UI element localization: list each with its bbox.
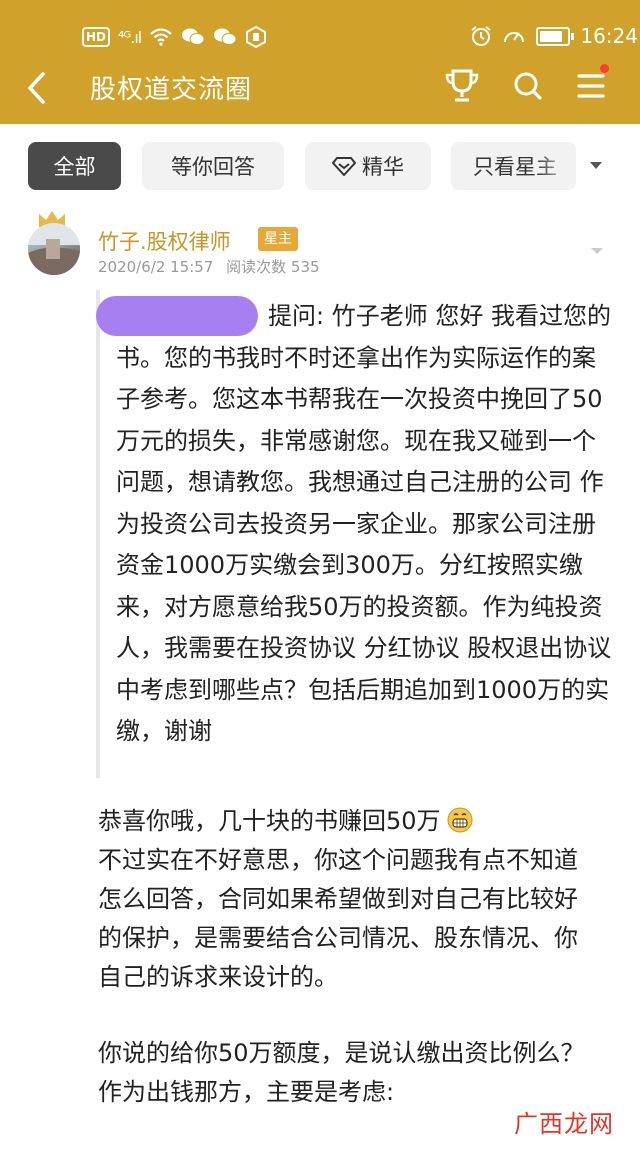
notification-dot	[600, 64, 609, 73]
avatar[interactable]	[28, 223, 80, 275]
app-notification-icon	[246, 26, 267, 48]
question-text: 提问: 竹子老师 您好 我看过您的书。您的书我时不时还拿出作为实际运作的案子参考…	[116, 302, 612, 745]
status-bar: HD ⁴ᴳ.ıl 16:24	[0, 22, 640, 56]
cell-signal-icon: ⁴ᴳ.ıl	[118, 27, 142, 47]
answer-line: 恭喜你哦，几十块的书赚回50万	[98, 802, 598, 841]
app-bar: HD ⁴ᴳ.ıl 16:24 股权道交流圈	[0, 0, 640, 124]
battery-icon	[536, 26, 575, 46]
trophy-icon[interactable]	[443, 66, 481, 106]
tab-fade	[536, 142, 576, 190]
post-date: 2020/6/2 15:57	[98, 258, 214, 276]
post-meta: 2020/6/2 15:57 阅读次数 535	[98, 256, 328, 277]
answer-body: 恭喜你哦，几十块的书赚回50万 不过实在不好意思，你这个问题我有点不知道怎么回答…	[98, 802, 598, 1112]
tab-featured-label: 精华	[362, 155, 404, 179]
read-count: 阅读次数 535	[226, 258, 320, 276]
answer-paragraph-1: 不过实在不好意思，你这个问题我有点不知道怎么回答，合同如果希望做到对自己有比较好…	[98, 846, 578, 991]
tab-owner-only[interactable]: 只看星主	[451, 142, 576, 190]
watermark: 广西龙网	[514, 1110, 614, 1138]
owner-badge: 星主	[258, 227, 298, 251]
diamond-icon	[332, 157, 356, 176]
tab-all[interactable]: 全部	[28, 142, 121, 190]
back-arrow-icon[interactable]	[18, 66, 58, 110]
clock: 16:24	[580, 24, 638, 48]
wechat-icon	[182, 28, 205, 45]
grin-emoji-icon	[447, 807, 473, 833]
avatar-photo	[28, 223, 80, 275]
post-options-icon[interactable]	[588, 244, 606, 258]
page-title: 股权道交流圈	[90, 75, 253, 105]
tab-awaiting-answer[interactable]: 等你回答	[142, 142, 284, 190]
redacted-username	[96, 296, 258, 336]
answer-congrats: 恭喜你哦，几十块的书赚回50万	[98, 807, 441, 835]
search-icon[interactable]	[509, 66, 547, 106]
battery-fill	[540, 30, 563, 42]
tab-featured[interactable]: 精华	[305, 142, 431, 190]
alarm-icon	[471, 26, 491, 46]
filter-tabs: 全部 等你回答 精华 只看星主	[0, 140, 640, 194]
wifi-icon	[150, 28, 172, 46]
answer-paragraph-2: 你说的给你50万额度，是说认缴出资比例么？	[98, 1039, 585, 1067]
header: 股权道交流圈	[0, 60, 640, 116]
wechat-icon-2	[214, 28, 237, 45]
author-name[interactable]: 竹子.股权律师	[98, 226, 231, 256]
chevron-down-icon[interactable]	[585, 154, 607, 176]
speed-icon	[504, 32, 525, 43]
quote-bar	[96, 290, 100, 778]
hd-badge: HD	[82, 27, 111, 47]
